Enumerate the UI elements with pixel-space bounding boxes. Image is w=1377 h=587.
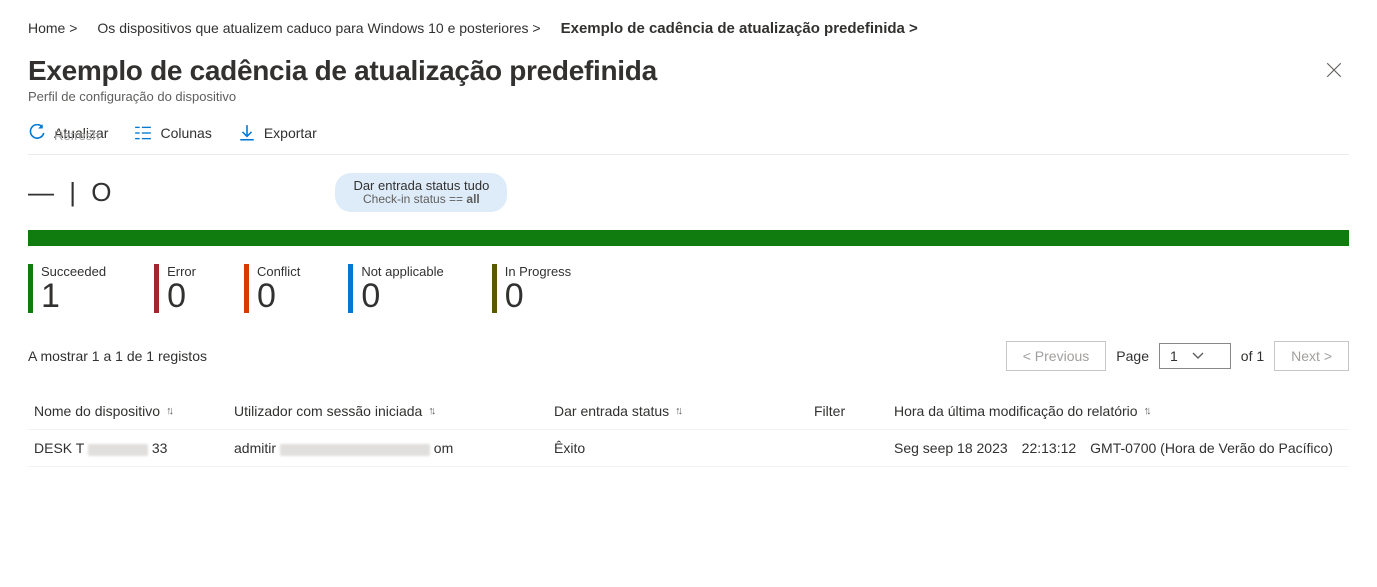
of-label: of 1 [1241,348,1264,364]
chevron-down-icon [1192,352,1204,360]
results-showing-text: A mostrar 1 a 1 de 1 registos [28,348,207,364]
breadcrumb-devices[interactable]: Os dispositivos que atualizem caduco par… [97,20,540,36]
results-table: Nome do dispositivo ↑↓ Utilizador com se… [28,393,1349,467]
filter-pill-checkin-status[interactable]: Dar entrada status tudo Check-in status … [335,173,507,212]
page-label: Page [1116,348,1149,364]
sort-icon: ↑↓ [166,405,171,417]
page-subtitle: Perfil de configuração do dispositivo [28,89,657,104]
stat-bar-conflict [244,264,249,313]
stat-bar-succeeded [28,264,33,313]
stat-value-progress: 0 [505,279,571,313]
th-device-name[interactable]: Nome do dispositivo ↑↓ [34,403,234,419]
columns-icon [134,124,152,142]
stat-succeeded[interactable]: Succeeded 1 [28,264,106,313]
filter-pill-bottom: Check-in status == all [353,193,489,206]
columns-label: Colunas [160,125,211,141]
stat-in-progress[interactable]: In Progress 0 [492,264,571,313]
page-select[interactable]: 1 [1159,343,1231,369]
breadcrumb-current[interactable]: Exemplo de cadência de atualização prede… [561,20,918,37]
th-last-modified[interactable]: Hora da última modificação do relatório … [894,403,1354,419]
stat-bar-error [154,264,159,313]
th-checkin-status[interactable]: Dar entrada status ↑↓ [554,403,814,419]
page-value: 1 [1170,348,1178,364]
pager: < Previous Page 1 of 1 Next > [1006,341,1349,371]
cell-device-name: DESK T 33 [34,440,234,456]
th-user[interactable]: Utilizador com sessão iniciada ↑↓ [234,403,554,419]
stat-error[interactable]: Error 0 [154,264,196,313]
stats-row: Succeeded 1 Error 0 Conflict 0 Not appli… [28,264,1349,313]
filter-row: — | O Dar entrada status tudo Check-in s… [28,173,1349,212]
filter-pill-top: Dar entrada status tudo [353,179,489,193]
redacted-user [280,444,430,456]
refresh-ghost-label: Refresh [54,128,100,143]
download-icon [238,124,256,142]
stat-bar-progress [492,264,497,313]
next-button[interactable]: Next > [1274,341,1349,371]
table-row[interactable]: DESK T 33 admitir om Êxito Seg seep 18 2… [28,430,1349,467]
previous-button[interactable]: < Previous [1006,341,1107,371]
search-collapsed-glyph[interactable]: — | O [28,177,115,208]
toolbar: Atualizar Refresh Colunas Exportar [28,124,1349,155]
stat-value-succeeded: 1 [41,279,106,313]
cell-status: Êxito [554,440,814,456]
stat-not-applicable[interactable]: Not applicable 0 [348,264,443,313]
sort-icon: ↑↓ [675,405,680,417]
cell-user: admitir om [234,440,554,456]
stat-value-error: 0 [167,279,196,313]
refresh-icon [28,124,46,142]
cell-last-modified: Seg seep 18 2023 22:13:12 GMT-0700 (Hora… [894,440,1354,456]
table-header-row: Nome do dispositivo ↑↓ Utilizador com se… [28,393,1349,430]
refresh-button[interactable]: Atualizar Refresh [28,124,108,142]
close-button[interactable] [1319,55,1349,89]
export-label: Exportar [264,125,317,141]
stat-conflict[interactable]: Conflict 0 [244,264,300,313]
stat-bar-na [348,264,353,313]
export-button[interactable]: Exportar [238,124,317,142]
breadcrumb: Home > Os dispositivos que atualizem cad… [28,20,1349,37]
stat-value-na: 0 [361,279,443,313]
status-progress-bar [28,230,1349,246]
columns-button[interactable]: Colunas [134,124,211,142]
redacted-device [88,444,148,456]
breadcrumb-home[interactable]: Home > [28,20,77,36]
sort-icon: ↑↓ [428,405,433,417]
close-icon [1325,61,1343,79]
stat-value-conflict: 0 [257,279,300,313]
sort-icon: ↑↓ [1144,405,1149,417]
th-filter[interactable]: Filter [814,403,894,419]
page-title: Exemplo de cadência de atualização prede… [28,55,657,87]
